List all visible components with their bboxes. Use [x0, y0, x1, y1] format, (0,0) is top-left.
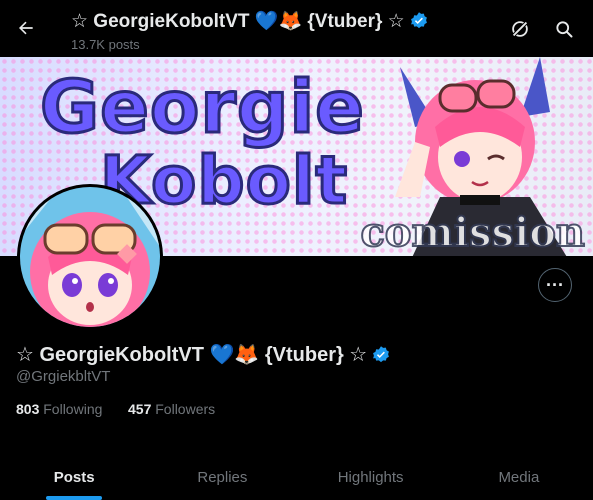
- followers-label: Followers: [155, 401, 216, 417]
- header-title-text: ☆ GeorgieKoboltVT 💙🦊 {Vtuber} ☆: [71, 11, 405, 32]
- tab-highlights[interactable]: Highlights: [297, 455, 445, 500]
- banner-watermark: comission: [359, 208, 586, 256]
- tab-posts-label: Posts: [53, 469, 95, 486]
- more-icon: ···: [546, 274, 564, 295]
- search-icon: [556, 21, 573, 38]
- banner-text-line1: Georgie: [39, 64, 366, 151]
- following-link[interactable]: 803 Following: [16, 401, 102, 417]
- profile-avatar[interactable]: [17, 184, 163, 330]
- more-options-button[interactable]: ···: [538, 268, 572, 302]
- tab-replies-label: Replies: [197, 469, 248, 486]
- verified-badge-icon[interactable]: [371, 345, 391, 365]
- profile-handle: @GrgiekbltVT: [16, 368, 111, 385]
- back-button[interactable]: [12, 14, 40, 42]
- top-bar: ☆ GeorgieKoboltVT 💙🦊 {Vtuber} ☆ 13.7K po…: [0, 0, 593, 57]
- avatar-image: [20, 187, 160, 327]
- profile-display-name: ☆ GeorgieKoboltVT 💙🦊 {Vtuber} ☆: [16, 342, 391, 367]
- grok-button[interactable]: [507, 16, 533, 42]
- broken-circle-icon: [511, 20, 529, 38]
- tab-media-label: Media: [498, 469, 540, 486]
- profile-tabs: Posts Replies Highlights Media: [0, 455, 593, 500]
- tab-posts[interactable]: Posts: [0, 455, 148, 500]
- following-label: Following: [43, 401, 103, 417]
- header-title: ☆ GeorgieKoboltVT 💙🦊 {Vtuber} ☆: [71, 9, 429, 33]
- verified-badge-icon: [410, 12, 427, 29]
- tab-media[interactable]: Media: [445, 455, 593, 500]
- tab-replies[interactable]: Replies: [148, 455, 296, 500]
- following-count: 803: [16, 401, 40, 417]
- followers-count: 457: [128, 401, 152, 417]
- posts-count: 13.7K posts: [71, 37, 140, 52]
- back-arrow-icon: [19, 21, 33, 35]
- search-button[interactable]: [551, 16, 577, 42]
- active-tab-indicator: [46, 496, 103, 500]
- display-name-text: ☆ GeorgieKoboltVT 💙🦊 {Vtuber} ☆: [16, 344, 368, 366]
- followers-link[interactable]: 457 Followers: [128, 401, 215, 417]
- tab-highlights-label: Highlights: [337, 469, 404, 486]
